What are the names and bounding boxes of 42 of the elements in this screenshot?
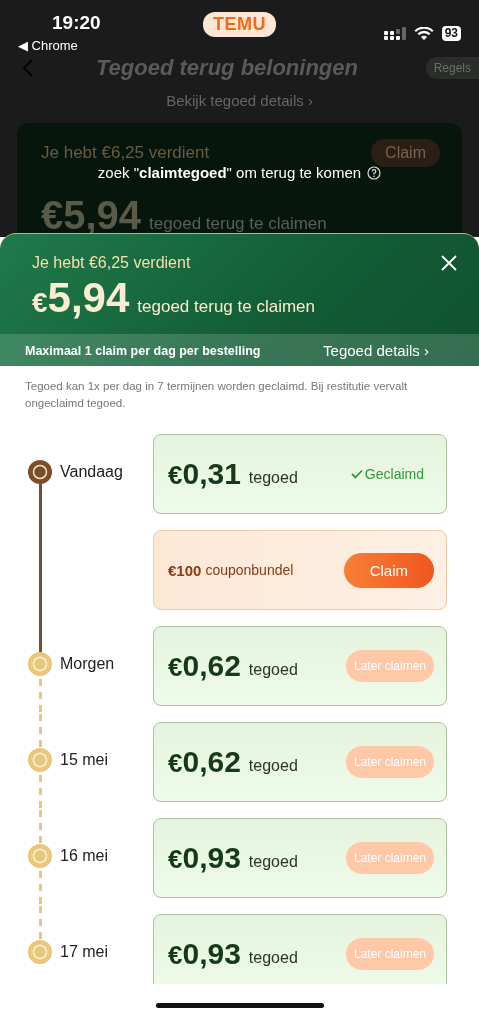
battery-level: 93 (441, 26, 461, 41)
date-label: 16 mei (60, 847, 109, 865)
installment-unit: tegoed (248, 949, 298, 967)
claim-button[interactable]: Claim (343, 552, 434, 588)
search-hint: zoek "claimtegoed" om terug te komen (97, 164, 362, 181)
page-title: Tegoed terug beloningen (96, 55, 358, 81)
installment-amount: €0,31 (168, 457, 241, 491)
coupon-unit: couponbundel (205, 562, 294, 578)
claim-limit-text: Maximaal 1 claim per dag per bestelling (25, 343, 261, 358)
earned-text: Je hebt €6,25 verdient (32, 254, 191, 272)
credit-details-link[interactable]: Bekijk tegoed details › (166, 92, 313, 109)
installment-amount: €0,93 (168, 841, 241, 875)
installment-amount: €0,93 (168, 937, 241, 971)
credit-amount: €5,94 (32, 274, 130, 322)
claim-button[interactable]: Claim (371, 139, 440, 167)
installment-unit: tegoed (248, 469, 298, 487)
date-label: Morgen (60, 655, 115, 673)
rules-button[interactable]: Regels (425, 57, 479, 79)
home-indicator[interactable] (155, 1002, 324, 1008)
installment-unit: tegoed (248, 661, 298, 679)
date-label: 17 mei (60, 943, 109, 961)
back-to-app-link[interactable]: ◀ Chrome (18, 38, 78, 53)
wifi-icon (413, 26, 434, 41)
credit-details-link[interactable]: Tegoed details › (323, 342, 429, 359)
coupon-amount: €100 (168, 561, 202, 579)
credit-caption: tegoed terug te claimen (149, 214, 327, 234)
date-label: 15 mei (60, 751, 109, 769)
date-label: Vandaag (60, 463, 123, 481)
clock: 19:20 (52, 12, 101, 34)
installment-unit: tegoed (248, 757, 298, 775)
close-icon[interactable] (441, 255, 457, 271)
app-badge: TEMU (203, 12, 276, 37)
signal-icon (383, 26, 406, 41)
claimed-status: Geclaimd (364, 466, 424, 482)
installment-amount: €0,62 (168, 649, 241, 683)
credit-amount: €5,94 (41, 193, 142, 237)
installment-unit: tegoed (248, 853, 298, 871)
installment-amount: €0,62 (168, 745, 241, 779)
terms-note: Tegoed kan 1x per dag in 7 termijnen worden geclaimd. Bij restitutie vervalt ongeclaimd tegoed. (25, 379, 409, 411)
credit-caption: tegoed terug te claimen (137, 297, 315, 317)
help-icon[interactable] (367, 165, 382, 180)
earned-text: Je hebt €6,25 verdient (41, 143, 210, 163)
